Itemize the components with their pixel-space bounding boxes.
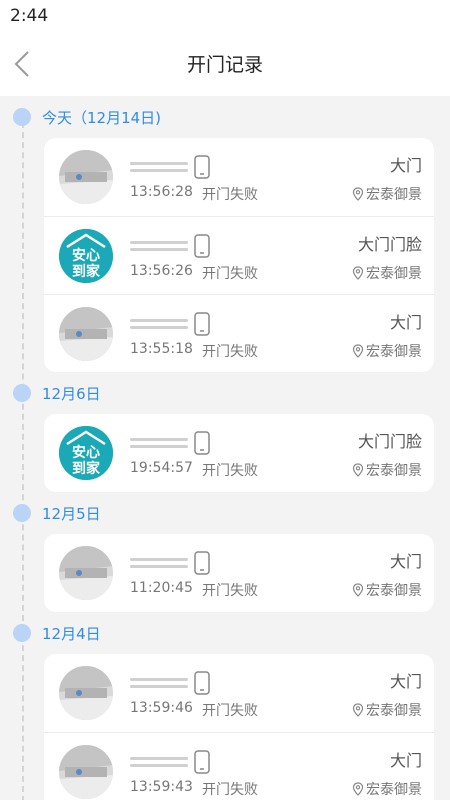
name-redacted xyxy=(130,237,188,255)
location-text: 宏泰御景 xyxy=(366,463,422,479)
name-redacted xyxy=(130,554,188,572)
location-pin-icon xyxy=(352,583,364,597)
date-label: 12月5日 xyxy=(42,505,101,523)
location-pin-icon xyxy=(352,463,364,477)
location: 宏泰御景 xyxy=(352,700,422,720)
timeline-dot xyxy=(13,504,31,522)
logo-text-line2: 到家 xyxy=(72,263,101,280)
timeline-dot xyxy=(13,108,31,126)
record-card: 13:59:46 开门失败 大门 宏泰御景 13:59:43 开门失败 大门 宏… xyxy=(44,654,434,800)
avatar: 安心 到家 xyxy=(59,426,113,480)
record-time: 13:55:18 xyxy=(130,341,193,357)
phone-icon xyxy=(194,234,210,258)
phone-icon xyxy=(194,750,210,774)
logo-text-line1: 安心 xyxy=(72,247,100,264)
record-status: 开门失败 xyxy=(202,344,258,360)
timeline-dot xyxy=(13,624,31,642)
phone-icon xyxy=(194,312,210,336)
record-row[interactable]: 13:55:18 开门失败 大门 宏泰御景 xyxy=(44,294,434,372)
record-row[interactable]: 13:56:28 开门失败 大门 宏泰御景 xyxy=(44,138,434,216)
name-redacted xyxy=(130,434,188,452)
record-card: 13:56:28 开门失败 大门 宏泰御景 安心 到家 13:56:26 开门失… xyxy=(44,138,434,372)
door-name: 大门 xyxy=(389,751,422,770)
phone-icon xyxy=(194,551,210,575)
door-name: 大门门脸 xyxy=(357,432,422,451)
record-row[interactable]: 安心 到家 13:56:26 开门失败 大门门脸 宏泰御景 xyxy=(44,216,434,294)
location-pin-icon xyxy=(352,344,364,358)
name-redacted xyxy=(130,158,188,176)
location-pin-icon xyxy=(352,782,364,796)
name-redacted xyxy=(130,674,188,692)
record-status: 开门失败 xyxy=(202,703,258,719)
avatar: 安心 到家 xyxy=(59,229,113,283)
record-time: 13:56:26 xyxy=(130,263,193,279)
record-time: 11:20:45 xyxy=(130,580,193,596)
record-time: 19:54:57 xyxy=(130,460,193,476)
logo-text-line2: 到家 xyxy=(72,460,101,477)
location-text: 宏泰御景 xyxy=(366,266,422,282)
location: 宏泰御景 xyxy=(352,779,422,799)
door-name: 大门 xyxy=(389,156,422,175)
record-status: 开门失败 xyxy=(202,187,258,203)
record-time: 13:59:46 xyxy=(130,700,193,716)
door-name: 大门 xyxy=(389,672,422,691)
record-card: 安心 到家 19:54:57 开门失败 大门门脸 宏泰御景 xyxy=(44,414,434,492)
phone-icon xyxy=(194,671,210,695)
location: 宏泰御景 xyxy=(352,263,422,283)
record-row[interactable]: 安心 到家 19:54:57 开门失败 大门门脸 宏泰御景 xyxy=(44,414,434,492)
timeline-line xyxy=(22,112,24,800)
name-redacted xyxy=(130,753,188,771)
record-status: 开门失败 xyxy=(202,266,258,282)
location: 宏泰御景 xyxy=(352,341,422,361)
location: 宏泰御景 xyxy=(352,580,422,600)
phone-icon xyxy=(194,431,210,455)
location: 宏泰御景 xyxy=(352,184,422,204)
record-status: 开门失败 xyxy=(202,463,258,479)
avatar xyxy=(59,666,113,720)
door-name: 大门门脸 xyxy=(357,235,422,254)
date-label: 12月6日 xyxy=(42,385,101,403)
door-name: 大门 xyxy=(389,313,422,332)
location: 宏泰御景 xyxy=(352,460,422,480)
avatar xyxy=(59,307,113,361)
record-row[interactable]: 13:59:46 开门失败 大门 宏泰御景 xyxy=(44,654,434,732)
record-time: 13:59:43 xyxy=(130,779,193,795)
location-text: 宏泰御景 xyxy=(366,782,422,798)
record-status: 开门失败 xyxy=(202,583,258,599)
timeline-dot xyxy=(13,384,31,402)
page-title: 开门记录 xyxy=(186,54,263,76)
door-name: 大门 xyxy=(389,552,422,571)
location-pin-icon xyxy=(352,703,364,717)
location-text: 宏泰御景 xyxy=(366,344,422,360)
status-bar: 2:44 xyxy=(0,0,450,32)
location-text: 宏泰御景 xyxy=(366,703,422,719)
record-row[interactable]: 13:59:43 开门失败 大门 宏泰御景 xyxy=(44,732,434,800)
record-status: 开门失败 xyxy=(202,782,258,798)
location-text: 宏泰御景 xyxy=(366,583,422,599)
record-row[interactable]: 11:20:45 开门失败 大门 宏泰御景 xyxy=(44,534,434,612)
location-pin-icon xyxy=(352,266,364,280)
record-time: 13:56:28 xyxy=(130,184,193,200)
name-redacted xyxy=(130,315,188,333)
avatar xyxy=(59,546,113,600)
phone-icon xyxy=(194,155,210,179)
record-card: 11:20:45 开门失败 大门 宏泰御景 xyxy=(44,534,434,612)
nav-bar: 开门记录 xyxy=(0,32,450,96)
avatar xyxy=(59,150,113,204)
date-label: 12月4日 xyxy=(42,625,101,643)
avatar xyxy=(59,745,113,799)
status-time: 2:44 xyxy=(10,6,49,26)
location-pin-icon xyxy=(352,187,364,201)
logo-text-line1: 安心 xyxy=(72,444,100,461)
date-label: 今天（12月14日) xyxy=(42,109,162,127)
location-text: 宏泰御景 xyxy=(366,187,422,203)
